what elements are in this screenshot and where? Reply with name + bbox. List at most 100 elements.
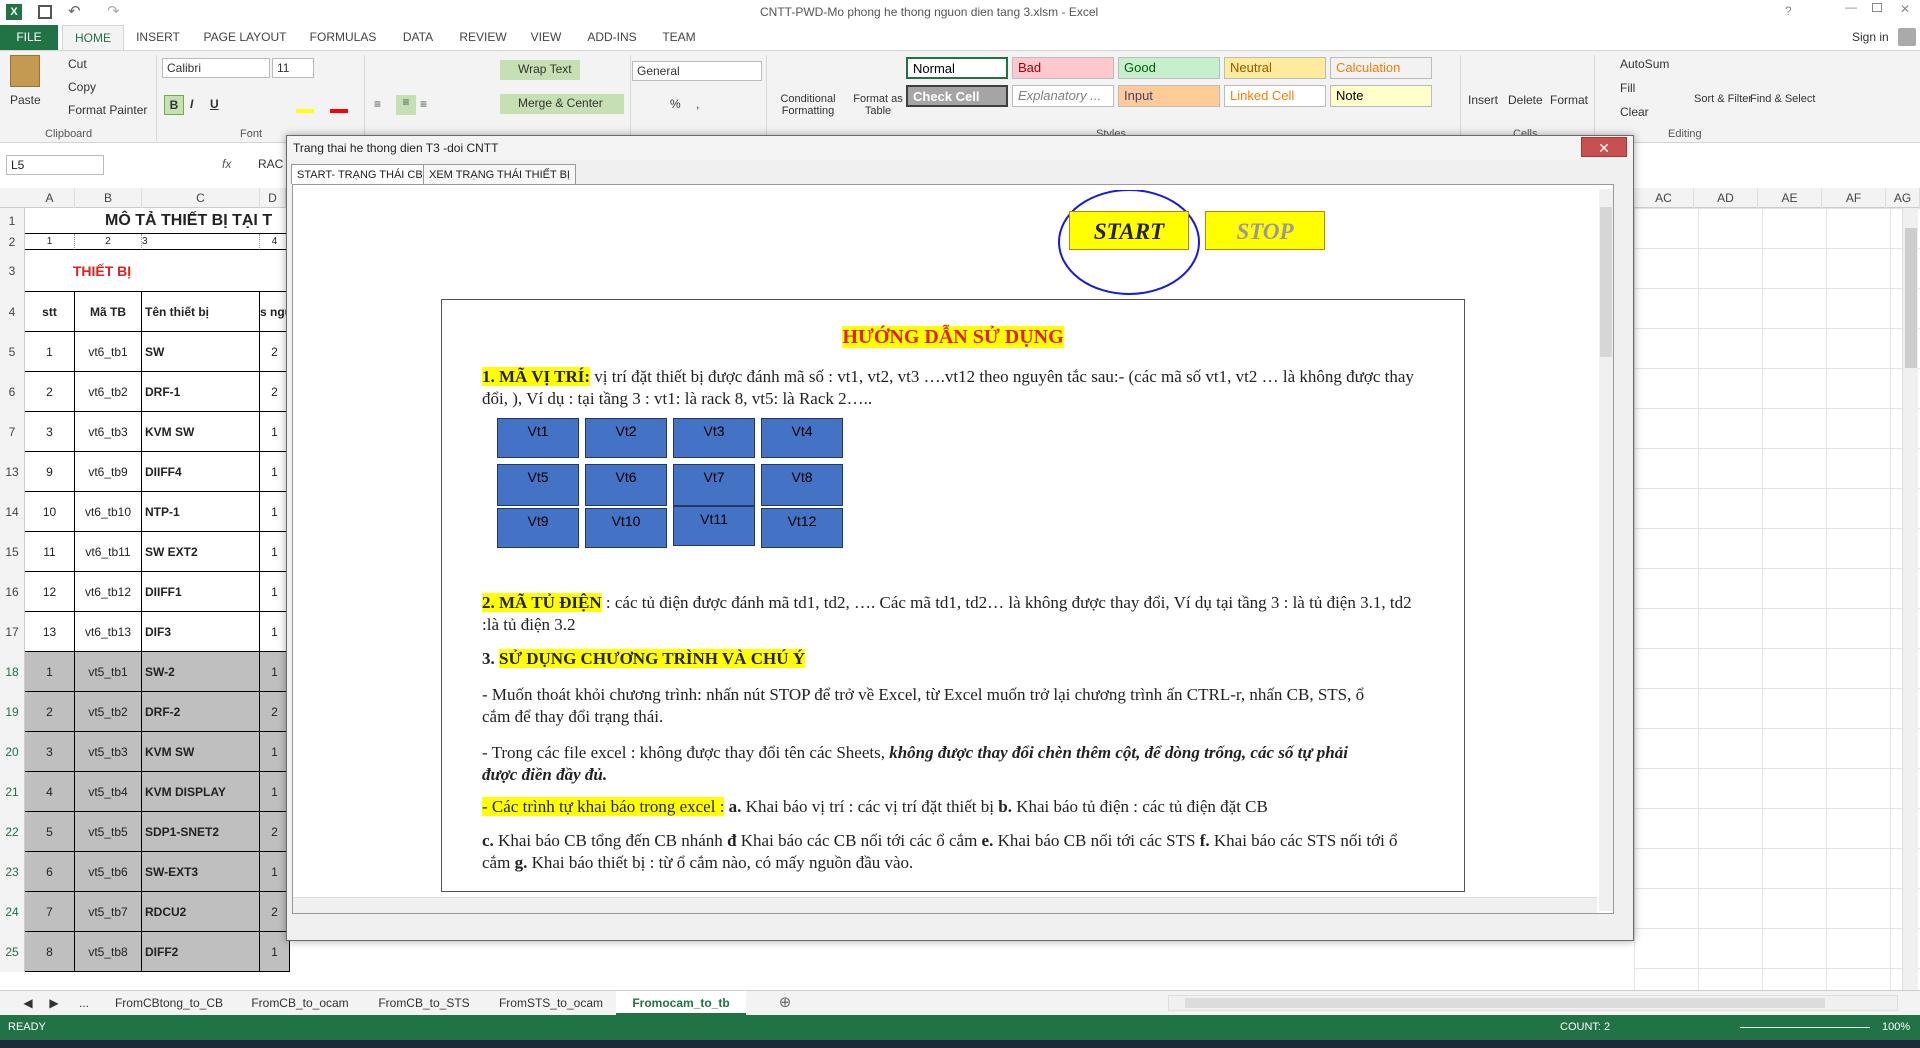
table-cell[interactable]: 5 [25,812,75,852]
row-header[interactable]: 4 [0,292,25,332]
align-right-icon[interactable]: ≡ [420,97,427,111]
close-window-icon[interactable]: ✕ [1900,2,1910,16]
name-box[interactable]: L5 [6,155,104,175]
italic-button[interactable]: I [190,97,193,111]
fx-icon[interactable]: fx [222,157,231,171]
sheet-tab[interactable]: FromCBtong_to_CB [104,991,234,1015]
insert-cells-button[interactable]: Insert [1468,93,1498,107]
dialog-horizontal-scrollbar[interactable] [293,897,1597,913]
table-cell[interactable]: vt6_tb9 [75,452,142,492]
table-cell[interactable]: 10 [25,492,75,532]
column-header[interactable]: C [142,188,260,208]
table-cell[interactable]: vt5_tb5 [75,812,142,852]
format-as-table-button[interactable]: Format as Table [848,93,908,117]
undo-icon[interactable]: ↶ [68,2,81,20]
table-cell[interactable]: vt5_tb8 [75,932,142,972]
table-cell[interactable]: DIIFF4 [142,452,260,492]
paste-button[interactable]: Paste [10,93,41,107]
table-cell[interactable]: KVM SW [142,732,260,772]
table-cell[interactable]: vt5_tb6 [75,852,142,892]
cell-style-note[interactable]: Note [1330,85,1432,107]
table-cell[interactable]: KVM SW [142,412,260,452]
tab-view[interactable]: VIEW [526,25,566,50]
table-cell[interactable]: vt5_tb4 [75,772,142,812]
table-cell[interactable]: 3 [25,412,75,452]
row-header[interactable]: 14 [0,492,25,532]
table-cell[interactable]: 3 [25,732,75,772]
underline-button[interactable]: U [210,97,219,111]
row-header[interactable]: 7 [0,412,25,452]
horizontal-scrollbar[interactable] [1168,995,1898,1011]
sheet-tab[interactable]: FromCB_to_ocam [240,991,360,1015]
table-cell[interactable]: 7 [25,892,75,932]
vertical-scrollbar[interactable] [1902,208,1918,990]
restore-icon[interactable] [1872,3,1882,12]
row-header[interactable]: 17 [0,612,25,652]
column-header[interactable]: A [25,188,75,208]
table-cell[interactable]: 1 [25,332,75,372]
tab-review[interactable]: REVIEW [456,25,510,50]
row-header[interactable]: 5 [0,332,25,372]
cell-style-normal[interactable]: Normal [906,57,1008,79]
paste-icon[interactable] [10,55,40,87]
redo-icon[interactable]: ↷ [107,2,120,20]
clear-button[interactable]: Clear [1620,105,1649,119]
tab-home[interactable]: HOME [62,25,124,50]
table-cell[interactable]: 8 [25,932,75,972]
table-cell[interactable]: DRF-1 [142,372,260,412]
row-header[interactable]: 23 [0,852,25,892]
table-cell[interactable]: KVM DISPLAY [142,772,260,812]
row-header[interactable]: 18 [0,652,25,692]
table-cell[interactable]: vt5_tb7 [75,892,142,932]
stop-button[interactable]: STOP [1205,211,1325,250]
table-cell[interactable]: vt6_tb13 [75,612,142,652]
copy-button[interactable]: Copy [68,80,96,94]
column-header[interactable]: AE [1758,188,1822,208]
table-cell[interactable]: 6 [25,852,75,892]
fill-button[interactable]: Fill [1620,81,1635,95]
table-cell[interactable]: vt6_tb12 [75,572,142,612]
table-cell[interactable]: 4 [25,772,75,812]
dialog-close-button[interactable]: ✕ [1581,137,1627,157]
cell-style-input[interactable]: Input [1118,85,1220,107]
row-header[interactable]: 22 [0,812,25,852]
table-cell[interactable]: 11 [25,532,75,572]
table-cell[interactable]: DIFF2 [142,932,260,972]
help-icon[interactable]: ? [1785,4,1792,18]
row-header[interactable]: 15 [0,532,25,572]
tab-data[interactable]: DATA [396,25,440,50]
row-header[interactable]: 2 [0,234,25,250]
delete-cells-button[interactable]: Delete [1508,93,1543,107]
table-cell[interactable]: SW-2 [142,652,260,692]
table-cell[interactable]: 2 [25,372,75,412]
cell-style-good[interactable]: Good [1118,57,1220,79]
column-header[interactable]: AD [1694,188,1758,208]
tab-formulas[interactable]: FORMULAS [306,25,380,50]
tab-team[interactable]: TEAM [656,25,702,50]
bold-button[interactable]: B [164,95,184,115]
cell-style-neutral[interactable]: Neutral [1224,57,1326,79]
row-header[interactable]: 19 [0,692,25,732]
table-cell[interactable]: vt5_tb2 [75,692,142,732]
tab-start-cb-status[interactable]: START- TRẠNG THÁI CB [291,164,429,184]
tab-view-device-status[interactable]: XEM TRẠNG THÁI THIẾT BỊ [423,164,576,184]
tab-insert[interactable]: INSERT [134,25,182,50]
cut-button[interactable]: Cut [68,57,87,71]
table-cell[interactable]: vt5_tb3 [75,732,142,772]
align-left-icon[interactable]: ≡ [374,97,381,111]
row-header[interactable]: 25 [0,932,25,972]
table-cell[interactable]: SW [142,332,260,372]
table-cell[interactable]: 2 [25,692,75,732]
merge-center-button[interactable]: Merge & Center [500,94,624,114]
minimize-icon[interactable]: — [1845,0,1857,14]
sign-in-link[interactable]: Sign in [1852,30,1889,44]
format-painter-button[interactable]: Format Painter [68,103,147,117]
zoom-slider[interactable] [1740,1027,1870,1028]
table-cell[interactable]: NTP-1 [142,492,260,532]
sheet-tab[interactable]: FromSTS_to_ocam [488,991,614,1015]
column-header[interactable]: AC [1634,188,1694,208]
font-size-select[interactable]: 11 [272,58,314,78]
sort-filter-button[interactable]: Sort & Filter [1694,93,1752,105]
table-cell[interactable]: DIIFF1 [142,572,260,612]
cell-style-calculation[interactable]: Calculation [1330,57,1432,79]
